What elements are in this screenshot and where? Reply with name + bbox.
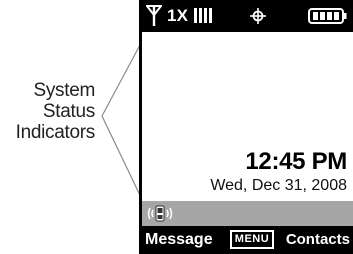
indicator-strip [142,201,353,226]
callout-line-2: Status [42,101,95,122]
clock-date: Wed, Dec 31, 2008 [210,177,347,194]
vibrate-icon [147,205,173,222]
message-soft-key[interactable]: Message [145,231,213,249]
menu-soft-key[interactable]: MENU [230,230,274,249]
battery-icon [308,8,347,24]
home-clock: 12:45 PM Wed, Dec 31, 2008 [210,148,347,195]
contacts-soft-key[interactable]: Contacts [286,231,350,248]
callout-line-3: Indicators [15,122,96,143]
network-type-label: 1X [167,6,189,25]
callout-label: System Status Indicators [0,80,96,143]
signal-strength-icon [194,8,212,23]
status-bar: 1X [142,0,353,32]
phone-screen: 1X 12:45 PM Wed, Dec 31, 2008 Message ME… [139,0,353,254]
clock-time: 12:45 PM [245,148,347,175]
soft-key-bar: Message MENU Contacts [142,226,353,254]
callout-line-1: System [33,80,95,101]
antenna-icon [146,5,162,26]
diagram: System Status Indicators 1X 12:45 PM Wed… [0,0,353,254]
gps-icon [250,8,266,24]
